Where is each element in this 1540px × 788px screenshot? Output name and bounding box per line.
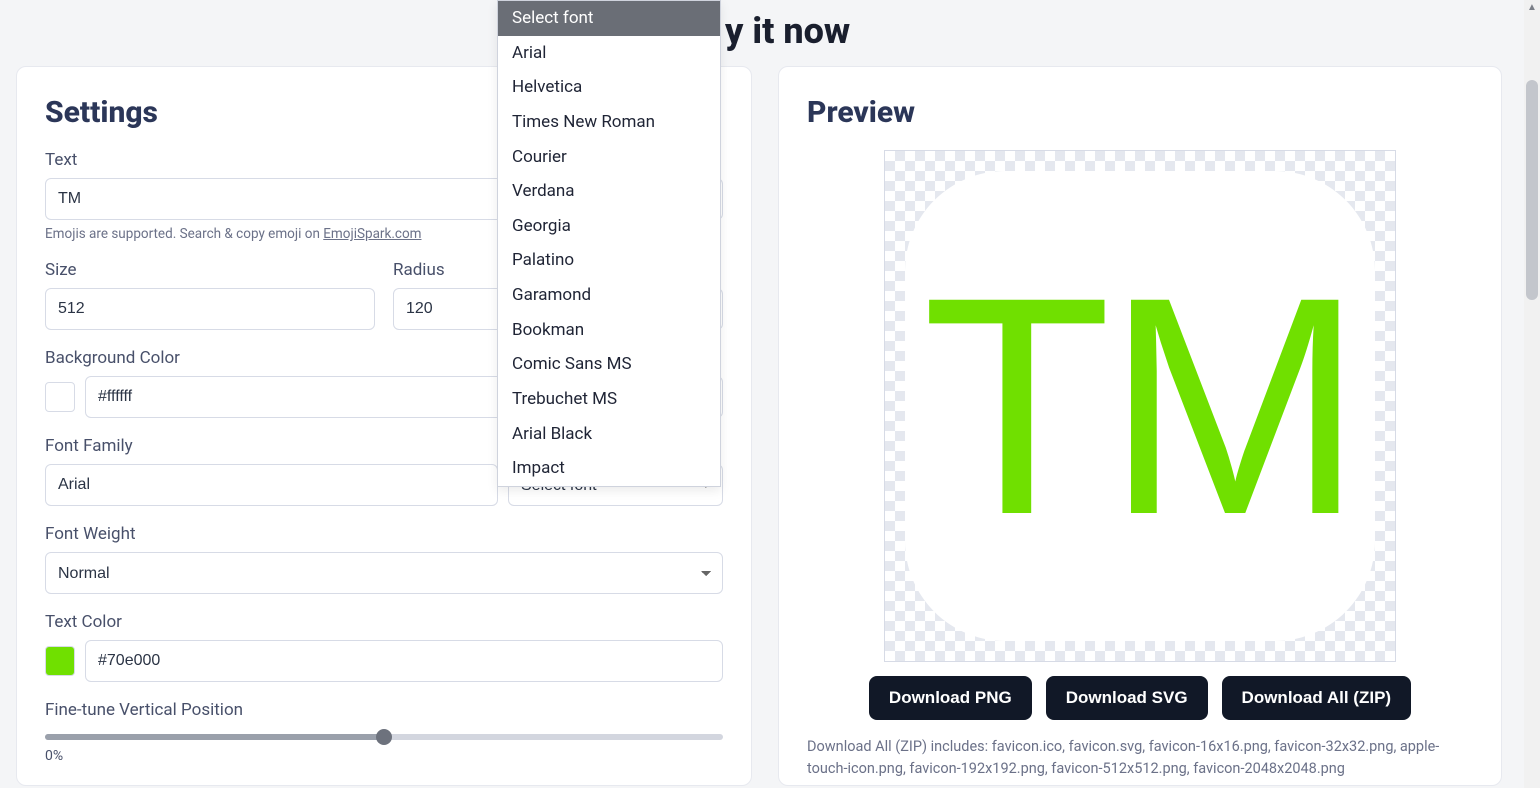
preview-panel: Preview TM Download PNG Download SVG Dow…	[778, 66, 1502, 786]
favicon-text: TM	[922, 251, 1358, 561]
page-scrollbar[interactable]: ▲	[1524, 0, 1540, 788]
preview-frame: TM	[884, 150, 1396, 662]
page-title-fragment: y it now	[725, 10, 850, 52]
font-option-bookman[interactable]: Bookman	[498, 313, 720, 348]
font-weight-label: Font Weight	[45, 524, 723, 544]
font-family-input[interactable]	[45, 464, 498, 506]
font-option-arial[interactable]: Arial	[498, 36, 720, 71]
text-color-swatch[interactable]	[45, 646, 75, 676]
emoji-link[interactable]: EmojiSpark.com	[323, 226, 421, 242]
font-option-garamond[interactable]: Garamond	[498, 278, 720, 313]
favicon-surface: TM	[905, 171, 1375, 641]
scroll-up-icon[interactable]: ▲	[1527, 2, 1537, 13]
font-option-verdana[interactable]: Verdana	[498, 174, 720, 209]
scrollbar-thumb[interactable]	[1526, 80, 1538, 300]
bg-color-swatch[interactable]	[45, 382, 75, 412]
size-input[interactable]	[45, 288, 375, 330]
font-option-helvetica[interactable]: Helvetica	[498, 70, 720, 105]
font-option-courier[interactable]: Courier	[498, 140, 720, 175]
text-color-input[interactable]	[85, 640, 723, 682]
slider-thumb[interactable]	[376, 729, 392, 745]
size-label: Size	[45, 260, 375, 280]
download-zip-button[interactable]: Download All (ZIP)	[1222, 676, 1412, 720]
text-color-label: Text Color	[45, 612, 723, 632]
font-option-georgia[interactable]: Georgia	[498, 209, 720, 244]
font-option-palatino[interactable]: Palatino	[498, 243, 720, 278]
font-option-times-new-roman[interactable]: Times New Roman	[498, 105, 720, 140]
font-weight-select[interactable]: Normal	[45, 552, 723, 594]
finetune-label: Fine-tune Vertical Position	[45, 700, 723, 720]
download-svg-button[interactable]: Download SVG	[1046, 676, 1208, 720]
font-dropdown-list[interactable]: Select font Arial Helvetica Times New Ro…	[497, 0, 721, 487]
vertical-position-slider[interactable]	[45, 734, 723, 740]
preview-heading: Preview	[807, 95, 1473, 130]
font-option-arial-black[interactable]: Arial Black	[498, 417, 720, 452]
font-option-comic-sans-ms[interactable]: Comic Sans MS	[498, 347, 720, 382]
download-png-button[interactable]: Download PNG	[869, 676, 1032, 720]
font-option-impact[interactable]: Impact	[498, 451, 720, 486]
font-option-trebuchet-ms[interactable]: Trebuchet MS	[498, 382, 720, 417]
emoji-hint-text: Emojis are supported. Search & copy emoj…	[45, 226, 323, 242]
finetune-value: 0%	[45, 748, 723, 764]
font-option-select-font[interactable]: Select font	[498, 1, 720, 36]
slider-fill	[45, 734, 384, 740]
zip-caption: Download All (ZIP) includes: favicon.ico…	[807, 736, 1473, 780]
